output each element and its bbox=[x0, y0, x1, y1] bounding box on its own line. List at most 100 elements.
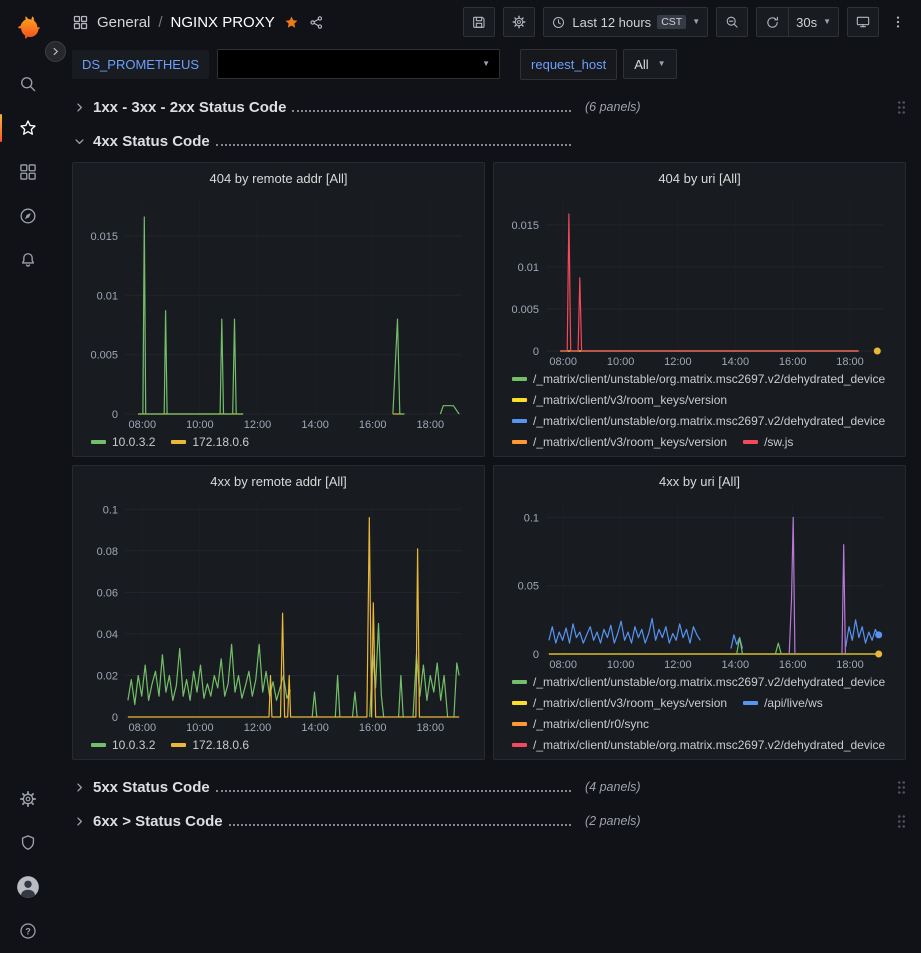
chevron-down-icon: ▼ bbox=[482, 60, 490, 68]
variable-ds-prometheus-select[interactable]: ▼ bbox=[217, 49, 500, 79]
time-range-label: Last 12 hours bbox=[572, 15, 651, 30]
more-options-kebab[interactable] bbox=[887, 7, 909, 37]
time-series-chart[interactable]: 08:0010:0012:0014:0016:0018:0000.020.040… bbox=[81, 493, 476, 734]
share-icon[interactable] bbox=[308, 14, 325, 31]
star-icon bbox=[18, 118, 38, 138]
row-header-1xx-3xx-2xx[interactable]: 1xx - 3xx - 2xx Status Code (6 panels) bbox=[72, 90, 906, 124]
sidebar-item-alerting[interactable] bbox=[0, 238, 56, 282]
legend-series-marker bbox=[171, 440, 186, 444]
dotted-leader bbox=[216, 790, 571, 792]
cycle-view-mode-button[interactable] bbox=[847, 7, 879, 37]
sidebar-item-server-admin[interactable] bbox=[0, 821, 56, 865]
svg-text:14:00: 14:00 bbox=[301, 419, 329, 431]
variable-ds-prometheus-label[interactable]: DS_PROMETHEUS bbox=[72, 50, 209, 79]
dashboard-settings-button[interactable] bbox=[503, 7, 535, 37]
sidebar-item-explore[interactable] bbox=[0, 194, 56, 238]
time-series-chart[interactable]: 08:0010:0012:0014:0016:0018:0000.0050.01… bbox=[81, 190, 476, 431]
row-4xx-panels: 404 by remote addr [All] 08:0010:0012:00… bbox=[72, 162, 906, 760]
legend-series-label: 10.0.3.2 bbox=[112, 738, 155, 752]
sidebar-item-dashboards[interactable] bbox=[0, 150, 56, 194]
legend-item[interactable]: 172.18.0.6 bbox=[171, 734, 249, 755]
save-dashboard-button[interactable] bbox=[463, 7, 495, 37]
legend-item[interactable]: /_matrix/client/r0/sync bbox=[512, 713, 649, 734]
panel-title[interactable]: 4xx by remote addr [All] bbox=[81, 471, 476, 493]
row-title: 1xx - 3xx - 2xx Status Code bbox=[93, 99, 286, 116]
row-header-5xx[interactable]: 5xx Status Code (4 panels) bbox=[72, 770, 906, 804]
svg-text:16:00: 16:00 bbox=[779, 356, 807, 368]
sidebar: ? bbox=[0, 0, 56, 953]
variable-request-host-value: All bbox=[634, 57, 648, 72]
svg-text:16:00: 16:00 bbox=[359, 419, 387, 431]
legend-item[interactable]: 172.18.0.6 bbox=[171, 431, 249, 452]
row-drag-handle[interactable] bbox=[897, 814, 906, 829]
svg-text:10:00: 10:00 bbox=[607, 356, 635, 368]
legend-item[interactable]: /_matrix/client/unstable/org.matrix.msc2… bbox=[512, 734, 885, 755]
panel-legend: /_matrix/client/unstable/org.matrix.msc2… bbox=[502, 671, 897, 755]
legend-item[interactable]: /_matrix/client/v3/room_keys/version bbox=[512, 389, 727, 410]
legend-item[interactable]: /api/live/ws bbox=[743, 692, 823, 713]
svg-text:14:00: 14:00 bbox=[722, 356, 750, 368]
legend-item[interactable]: 10.0.3.2 bbox=[91, 734, 155, 755]
panel-title[interactable]: 4xx by uri [All] bbox=[502, 471, 897, 493]
legend-series-label: /api/live/ws bbox=[764, 696, 823, 710]
chevron-right-icon bbox=[72, 780, 87, 795]
timezone-badge: CST bbox=[657, 15, 686, 29]
row-title: 5xx Status Code bbox=[93, 779, 210, 796]
row-drag-handle[interactable] bbox=[897, 780, 906, 795]
legend-series-marker bbox=[743, 701, 758, 705]
svg-text:?: ? bbox=[25, 926, 30, 936]
monitor-icon bbox=[855, 14, 871, 30]
svg-text:0.005: 0.005 bbox=[511, 304, 539, 316]
legend-series-marker bbox=[171, 743, 186, 747]
breadcrumb-section[interactable]: General bbox=[97, 14, 150, 31]
row-header-6xx[interactable]: 6xx > Status Code (2 panels) bbox=[72, 804, 906, 838]
legend-item[interactable]: /sw.js bbox=[743, 431, 793, 452]
row-title: 6xx > Status Code bbox=[93, 813, 223, 830]
refresh-dashboard-button[interactable] bbox=[756, 7, 788, 37]
svg-text:0.02: 0.02 bbox=[97, 671, 118, 683]
panel-title[interactable]: 404 by uri [All] bbox=[502, 168, 897, 190]
legend-series-label: /_matrix/client/v3/room_keys/version bbox=[533, 435, 727, 449]
panel-4xx-by-remote-addr: 4xx by remote addr [All] 08:0010:0012:00… bbox=[72, 465, 485, 760]
grafana-logo[interactable] bbox=[0, 8, 56, 48]
legend-series-marker bbox=[743, 440, 758, 444]
legend-series-marker bbox=[512, 419, 527, 423]
row-header-4xx[interactable]: 4xx Status Code bbox=[72, 124, 906, 158]
refresh-interval-picker[interactable]: 30s ▼ bbox=[788, 7, 839, 37]
row-panel-count: (4 panels) bbox=[585, 780, 641, 794]
time-range-picker[interactable]: Last 12 hours CST ▼ bbox=[543, 7, 708, 37]
clock-icon bbox=[551, 15, 566, 30]
legend-item[interactable]: /_matrix/client/v3/room_keys/version bbox=[512, 431, 727, 452]
panel-title[interactable]: 404 by remote addr [All] bbox=[81, 168, 476, 190]
sidebar-item-help[interactable]: ? bbox=[0, 909, 56, 953]
zoom-out-time-button[interactable] bbox=[716, 7, 748, 37]
legend-item[interactable]: /_matrix/client/unstable/org.matrix.msc2… bbox=[512, 671, 885, 692]
sidebar-item-search[interactable] bbox=[0, 62, 56, 106]
svg-text:16:00: 16:00 bbox=[359, 722, 387, 734]
search-icon bbox=[18, 74, 38, 94]
time-series-chart[interactable]: 08:0010:0012:0014:0016:0018:0000.0050.01… bbox=[502, 190, 897, 368]
breadcrumb-dashboard-title[interactable]: NGINX PROXY bbox=[171, 14, 275, 31]
variable-request-host-select[interactable]: All ▼ bbox=[623, 49, 676, 79]
legend-item[interactable]: /_matrix/client/unstable/org.matrix.msc2… bbox=[512, 368, 885, 389]
svg-text:18:00: 18:00 bbox=[417, 722, 445, 734]
svg-text:0.015: 0.015 bbox=[511, 220, 539, 232]
row-drag-handle[interactable] bbox=[897, 100, 906, 115]
dotted-leader bbox=[292, 110, 571, 112]
legend-item[interactable]: /_matrix/client/v3/room_keys/version bbox=[512, 692, 727, 713]
time-series-chart[interactable]: 08:0010:0012:0014:0016:0018:0000.050.1 bbox=[502, 493, 897, 671]
favorite-star-icon[interactable] bbox=[283, 14, 300, 31]
sidebar-item-configuration[interactable] bbox=[0, 777, 56, 821]
breadcrumb-separator: / bbox=[158, 14, 162, 31]
grafana-app: ? General / NGINX PROXY bbox=[0, 0, 921, 953]
legend-item[interactable]: 10.0.3.2 bbox=[91, 431, 155, 452]
sidebar-expand-button[interactable] bbox=[45, 41, 66, 62]
chevron-down-icon: ▼ bbox=[692, 18, 700, 26]
chevron-right-icon bbox=[72, 100, 87, 115]
variable-request-host-label[interactable]: request_host bbox=[520, 49, 617, 80]
svg-text:08:00: 08:00 bbox=[549, 659, 577, 671]
panel-404-by-remote-addr: 404 by remote addr [All] 08:0010:0012:00… bbox=[72, 162, 485, 457]
legend-item[interactable]: /_matrix/client/unstable/org.matrix.msc2… bbox=[512, 410, 885, 431]
sidebar-item-starred[interactable] bbox=[0, 106, 56, 150]
sidebar-item-profile[interactable] bbox=[0, 865, 56, 909]
